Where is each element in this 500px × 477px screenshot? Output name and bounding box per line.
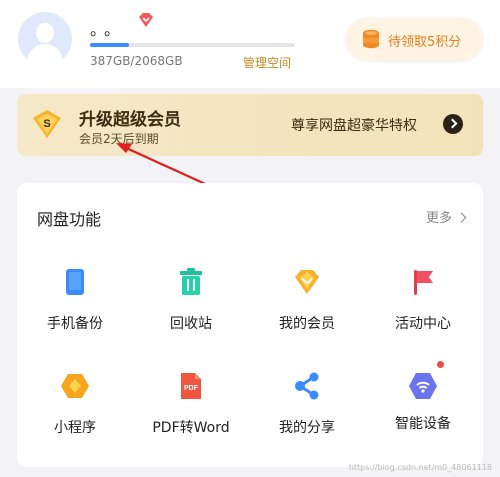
chevron-right-icon — [456, 212, 467, 223]
vip-upgrade-title: 升级超级会员 — [79, 110, 181, 130]
coins-icon — [363, 29, 379, 49]
avatar[interactable] — [18, 12, 72, 66]
function-smart-device[interactable]: 智能设备 — [365, 361, 481, 433]
function-my-share[interactable]: 我的分享 — [249, 371, 365, 437]
section-title: 网盘功能 — [37, 210, 102, 229]
chevron-right-icon[interactable] — [443, 114, 463, 134]
svg-text:S: S — [43, 118, 50, 130]
svg-text:PDF: PDF — [184, 385, 199, 392]
function-phone-backup[interactable]: 手机备份 — [17, 267, 133, 333]
profile-header: 。。 387GB/2068GB 管理空间 待领取5积分 — [0, 0, 500, 88]
username: 。。 — [90, 20, 127, 39]
membership-diamond-icon — [295, 270, 319, 294]
smart-device-icon-wrap — [408, 361, 444, 401]
function-label: 手机备份 — [47, 316, 103, 332]
phone-backup-icon — [66, 269, 84, 295]
watermark: https://blog.csdn.net/m0_48061118 — [348, 463, 492, 472]
function-label: 小程序 — [54, 420, 96, 436]
vip-promo-text: 尊享网盘超豪华特权 — [291, 118, 417, 134]
diamond-icon[interactable] — [137, 12, 155, 28]
share-icon — [295, 372, 319, 400]
function-mini-program[interactable]: 小程序 — [17, 371, 133, 437]
super-vip-banner[interactable]: S 升级超级会员 会员2天后到期 尊享网盘超豪华特权 — [17, 94, 483, 156]
function-label: 我的分享 — [279, 420, 335, 436]
avatar-body-shape — [27, 44, 63, 66]
activity-flag-icon — [414, 270, 433, 295]
pdf-convert-icon: PDF — [181, 373, 201, 399]
storage-progress-bar — [90, 43, 295, 47]
claim-points-button[interactable]: 待领取5积分 — [346, 18, 483, 60]
function-label: 回收站 — [170, 316, 212, 332]
manage-space-link[interactable]: 管理空间 — [243, 54, 291, 71]
claim-points-label: 待领取5积分 — [388, 35, 462, 50]
function-label: 活动中心 — [395, 316, 451, 332]
recycle-bin-icon — [180, 268, 202, 295]
function-recycle-bin[interactable]: 回收站 — [133, 267, 249, 333]
function-label: 智能设备 — [395, 416, 451, 432]
disk-functions-card: 网盘功能 更多 手机备份 回收站 我的会员 活动中心 小程序 PDF PDF转W… — [17, 183, 483, 467]
function-my-membership[interactable]: 我的会员 — [249, 267, 365, 333]
function-label: 我的会员 — [279, 316, 335, 332]
function-activity-center[interactable]: 活动中心 — [365, 267, 481, 333]
function-label: PDF转Word — [152, 420, 230, 436]
more-label: 更多 — [425, 211, 452, 226]
super-vip-shield-icon: S — [33, 110, 61, 138]
vip-expiry-text: 会员2天后到期 — [79, 132, 159, 146]
avatar-head-shape — [36, 23, 54, 43]
notification-dot — [437, 361, 444, 368]
mini-program-icon — [61, 374, 89, 398]
smart-device-icon — [409, 373, 437, 399]
more-link[interactable]: 更多 — [425, 207, 467, 226]
storage-progress-fill — [90, 43, 129, 47]
storage-usage-text: 387GB/2068GB — [90, 54, 183, 68]
function-pdf-to-word[interactable]: PDF PDF转Word — [133, 371, 249, 437]
